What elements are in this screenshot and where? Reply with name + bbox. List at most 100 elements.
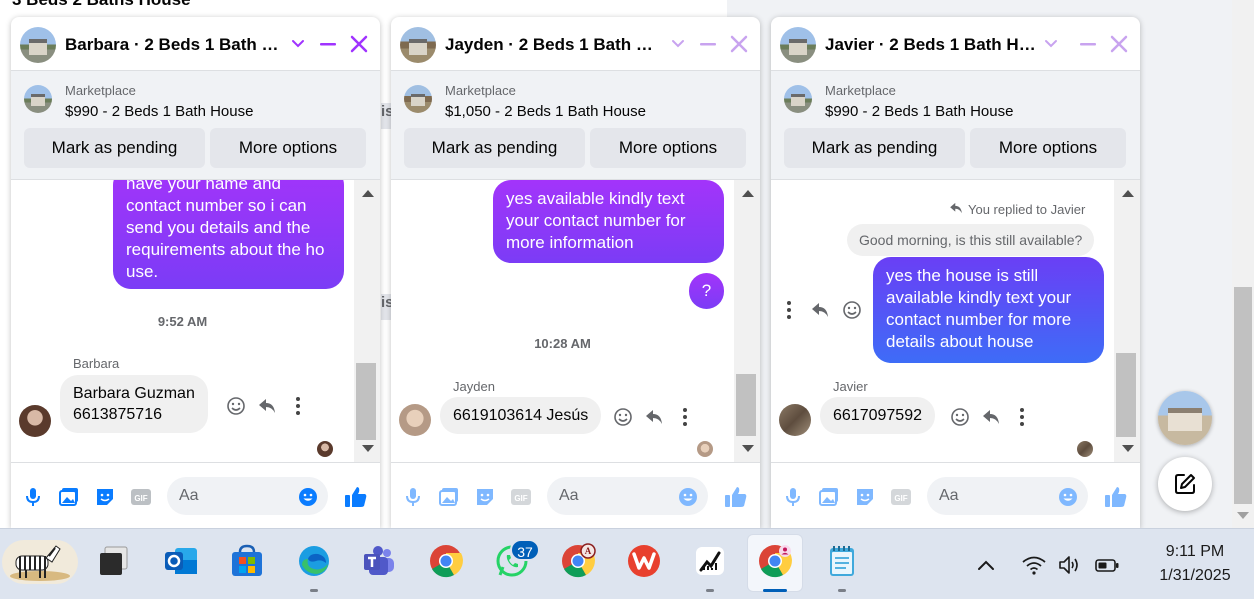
stock-app-icon[interactable] xyxy=(692,543,728,579)
incoming-message[interactable]: Barbara Guzman 6613875716 xyxy=(60,375,208,433)
scroll-thumb[interactable] xyxy=(1116,353,1136,437)
react-icon[interactable] xyxy=(612,406,634,428)
outgoing-message[interactable]: yes available kindly text your contact n… xyxy=(493,180,724,263)
mark-as-pending-button[interactable]: Mark as pending xyxy=(784,128,965,168)
more-icon[interactable] xyxy=(287,395,309,417)
chrome-profile-icon[interactable]: A xyxy=(560,543,596,579)
search-widget[interactable] xyxy=(2,540,78,584)
incoming-message[interactable]: 6619103614 Jesús xyxy=(440,397,602,434)
clock-date[interactable]: 1/31/2025 xyxy=(1140,567,1250,585)
chevron-down-icon[interactable] xyxy=(667,33,689,55)
notepad-icon[interactable] xyxy=(824,543,860,579)
outgoing-message[interactable]: have your name and contact number so i c… xyxy=(113,180,344,289)
outlook-icon[interactable] xyxy=(163,543,199,579)
photo-icon[interactable] xyxy=(818,486,840,508)
gif-icon[interactable]: GIF xyxy=(890,486,912,508)
photo-icon[interactable] xyxy=(438,486,460,508)
microphone-icon[interactable] xyxy=(782,486,804,508)
clock-time[interactable]: 9:11 PM xyxy=(1150,543,1240,561)
page-scrollbar[interactable] xyxy=(1232,0,1254,528)
close-icon[interactable] xyxy=(728,33,750,55)
chevron-down-icon[interactable] xyxy=(1040,33,1062,55)
contact-avatar[interactable] xyxy=(779,404,811,436)
message-scrollbar[interactable] xyxy=(1114,180,1140,462)
mark-as-pending-button[interactable]: Mark as pending xyxy=(24,128,205,168)
scroll-down-icon[interactable] xyxy=(362,445,374,452)
quoted-message[interactable]: Good morning, is this still available? xyxy=(847,224,1095,256)
microsoft-store-icon[interactable] xyxy=(229,543,265,579)
chat-header[interactable]: Javier · 2 Beds 1 Bath House xyxy=(771,17,1140,71)
minimized-chat-avatar[interactable] xyxy=(1158,391,1212,445)
photo-icon[interactable] xyxy=(58,486,80,508)
task-view-icon[interactable] xyxy=(96,543,132,579)
battery-icon[interactable] xyxy=(1094,555,1120,575)
message-scrollbar[interactable] xyxy=(734,180,760,462)
more-icon[interactable] xyxy=(674,406,696,428)
microphone-icon[interactable] xyxy=(22,486,44,508)
react-icon[interactable] xyxy=(841,299,863,321)
message-scrollbar[interactable] xyxy=(354,180,380,462)
chat-title[interactable]: Barbara · 2 Beds 1 Bath Ho... xyxy=(65,35,285,55)
emoji-icon[interactable] xyxy=(297,486,319,508)
emoji-icon[interactable] xyxy=(677,486,699,508)
wifi-icon[interactable] xyxy=(1021,555,1047,575)
chat-header[interactable]: Jayden · 2 Beds 1 Bath Ho... xyxy=(391,17,760,71)
outgoing-message[interactable]: yes the house is still available kindly … xyxy=(873,257,1104,363)
page-scroll-thumb[interactable] xyxy=(1234,287,1252,504)
reply-icon[interactable] xyxy=(809,299,831,321)
scroll-down-icon[interactable] xyxy=(1122,445,1134,452)
mark-as-pending-button[interactable]: Mark as pending xyxy=(404,128,585,168)
more-options-button[interactable]: More options xyxy=(590,128,746,168)
close-icon[interactable] xyxy=(1108,33,1130,55)
outgoing-message[interactable]: ? xyxy=(689,273,724,309)
incoming-message[interactable]: 6617097592 xyxy=(820,397,935,434)
sticker-icon[interactable] xyxy=(94,486,116,508)
react-icon[interactable] xyxy=(225,395,247,417)
more-icon[interactable] xyxy=(778,299,800,321)
chat-title[interactable]: Javier · 2 Beds 1 Bath House xyxy=(825,35,1045,55)
gif-icon[interactable]: GIF xyxy=(130,486,152,508)
minimize-icon[interactable] xyxy=(317,33,339,55)
react-icon[interactable] xyxy=(949,406,971,428)
reply-icon[interactable] xyxy=(980,406,1002,428)
chat-title[interactable]: Jayden · 2 Beds 1 Bath Ho... xyxy=(445,35,665,55)
edge-icon[interactable] xyxy=(296,543,332,579)
minimize-icon[interactable] xyxy=(1077,33,1099,55)
like-icon[interactable] xyxy=(343,484,369,510)
emoji-icon[interactable] xyxy=(1057,486,1079,508)
contact-avatar[interactable] xyxy=(399,404,431,436)
more-icon[interactable] xyxy=(1011,406,1033,428)
like-icon[interactable] xyxy=(1103,484,1129,510)
scroll-up-icon[interactable] xyxy=(742,190,754,197)
sticker-icon[interactable] xyxy=(474,486,496,508)
listing-title[interactable]: $1,050 - 2 Beds 1 Bath House xyxy=(445,103,646,120)
chrome-icon[interactable] xyxy=(428,543,464,579)
scroll-up-icon[interactable] xyxy=(1122,190,1134,197)
chat-header[interactable]: Barbara · 2 Beds 1 Bath Ho... xyxy=(11,17,380,71)
scroll-up-icon[interactable] xyxy=(362,190,374,197)
like-icon[interactable] xyxy=(723,484,749,510)
new-message-button[interactable] xyxy=(1158,457,1212,511)
gif-icon[interactable]: GIF xyxy=(510,486,532,508)
scroll-down-icon[interactable] xyxy=(742,445,754,452)
listing-title[interactable]: $990 - 2 Beds 1 Bath House xyxy=(825,103,1013,120)
microphone-icon[interactable] xyxy=(402,486,424,508)
wps-office-icon[interactable] xyxy=(626,543,662,579)
contact-avatar[interactable] xyxy=(19,405,51,437)
teams-icon[interactable] xyxy=(361,543,397,579)
page-scroll-down-icon[interactable] xyxy=(1237,512,1249,519)
chevron-down-icon[interactable] xyxy=(287,33,309,55)
close-icon[interactable] xyxy=(348,33,370,55)
reply-icon[interactable] xyxy=(643,406,665,428)
reply-icon[interactable] xyxy=(256,395,278,417)
scroll-thumb[interactable] xyxy=(356,363,376,440)
minimize-icon[interactable] xyxy=(697,33,719,55)
listing-title[interactable]: $990 - 2 Beds 1 Bath House xyxy=(65,103,253,120)
chevron-up-icon[interactable] xyxy=(975,555,997,575)
chrome-active-icon[interactable] xyxy=(757,543,793,579)
more-options-button[interactable]: More options xyxy=(210,128,366,168)
volume-icon[interactable] xyxy=(1057,555,1083,575)
sticker-icon[interactable] xyxy=(854,486,876,508)
more-options-button[interactable]: More options xyxy=(970,128,1126,168)
scroll-thumb[interactable] xyxy=(736,374,756,436)
